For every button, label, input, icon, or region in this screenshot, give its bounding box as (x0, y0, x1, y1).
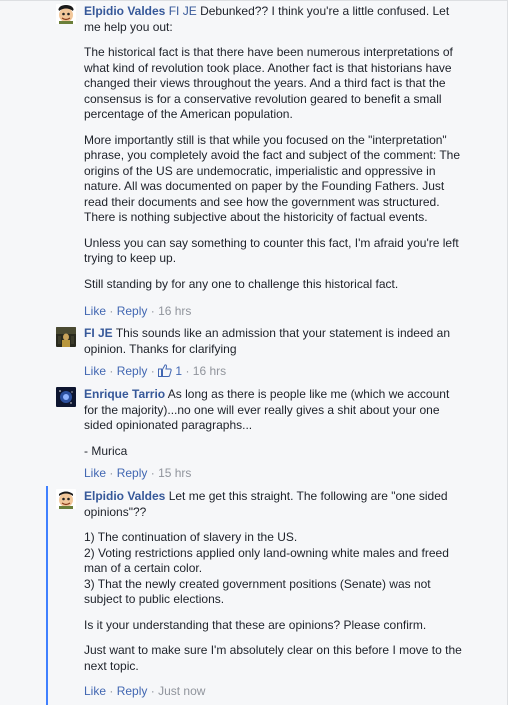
comment-body: Elpidio Valdes FI JE Debunked?? I think … (84, 4, 466, 292)
comment-first-paragraph: Elpidio Valdes FI JE Debunked?? I think … (84, 4, 466, 35)
comment-paragraph: More importantly still is that while you… (84, 132, 460, 225)
timestamp[interactable]: 16 hrs (193, 364, 226, 378)
reply-link[interactable]: Reply (117, 466, 148, 480)
comment-first-paragraph: Elpidio Valdes Let me get this straight.… (84, 489, 466, 520)
separator-dot: · (150, 364, 155, 378)
reply-link[interactable]: Reply (117, 364, 148, 378)
author-name[interactable]: Elpidio Valdes (84, 489, 165, 503)
comment-paragraph: Just want to make sure I'm absolutely cl… (84, 643, 462, 673)
avatar-cartoon-icon[interactable] (56, 4, 76, 24)
comment-paragraph: Unless you can say something to counter … (84, 235, 459, 266)
reply-link[interactable]: Reply (117, 684, 148, 698)
comment-body: Enrique Tarrio As long as there is peopl… (84, 387, 466, 459)
author-name[interactable]: FI JE (84, 326, 113, 340)
author-name[interactable]: Enrique Tarrio (84, 387, 165, 401)
comment-actions: Like · Reply · 1 · 16 hrs (84, 364, 226, 380)
comment-body: Elpidio Valdes Let me get this straight.… (84, 489, 466, 674)
comment-actions: Like · Reply · 15 hrs (84, 466, 191, 480)
comment-text: This sounds like an admission that your … (84, 326, 450, 356)
separator-dot: · (150, 466, 155, 480)
comment-body: FI JE This sounds like an admission that… (84, 326, 466, 357)
separator-dot: · (150, 684, 155, 698)
comment-actions: Like · Reply · 16 hrs (84, 304, 191, 318)
comment-paragraph: - Murica (84, 443, 128, 458)
separator-dot: · (109, 364, 114, 378)
avatar-space-icon[interactable] (56, 387, 76, 407)
separator-dot: · (109, 466, 114, 480)
like-link[interactable]: Like (84, 466, 106, 480)
separator-dot: · (109, 304, 114, 318)
avatar-cartoon-icon[interactable] (56, 489, 76, 509)
comment-paragraph: Still standing by for any one to challen… (84, 276, 399, 291)
comment-paragraph: The historical fact is that there have b… (84, 45, 453, 121)
like-link[interactable]: Like (84, 304, 106, 318)
thumbs-up-icon[interactable] (158, 364, 172, 380)
separator-dot: · (150, 304, 155, 318)
comment-list-item: 1) The continuation of slavery in the US… (84, 530, 298, 544)
comment-actions: Like · Reply · Just now (84, 684, 205, 698)
like-link[interactable]: Like (84, 684, 106, 698)
reply-link[interactable]: Reply (117, 304, 148, 318)
reply-indicator-bar (46, 486, 48, 705)
timestamp[interactable]: Just now (158, 684, 205, 698)
author-name[interactable]: Elpidio Valdes (84, 4, 165, 18)
timestamp[interactable]: 16 hrs (158, 304, 191, 318)
like-link[interactable]: Like (84, 364, 106, 378)
avatar-photo-icon[interactable] (56, 327, 76, 347)
like-count[interactable]: 1 (175, 364, 182, 378)
comment-first-paragraph: Enrique Tarrio As long as there is peopl… (84, 387, 466, 434)
comment-first-paragraph: FI JE This sounds like an admission that… (84, 326, 466, 357)
separator-dot: · (185, 364, 190, 378)
separator-dot: · (109, 684, 114, 698)
comment-paragraph: Is it your understanding that these are … (84, 617, 427, 632)
comment-list-item: 3) That the newly created government pos… (84, 576, 431, 607)
frame-top-border (0, 0, 508, 1)
comment-list-item: 2) Voting restrictions applied only land… (84, 545, 449, 576)
mention-link[interactable]: FI JE (169, 4, 197, 18)
timestamp[interactable]: 15 hrs (158, 466, 191, 480)
